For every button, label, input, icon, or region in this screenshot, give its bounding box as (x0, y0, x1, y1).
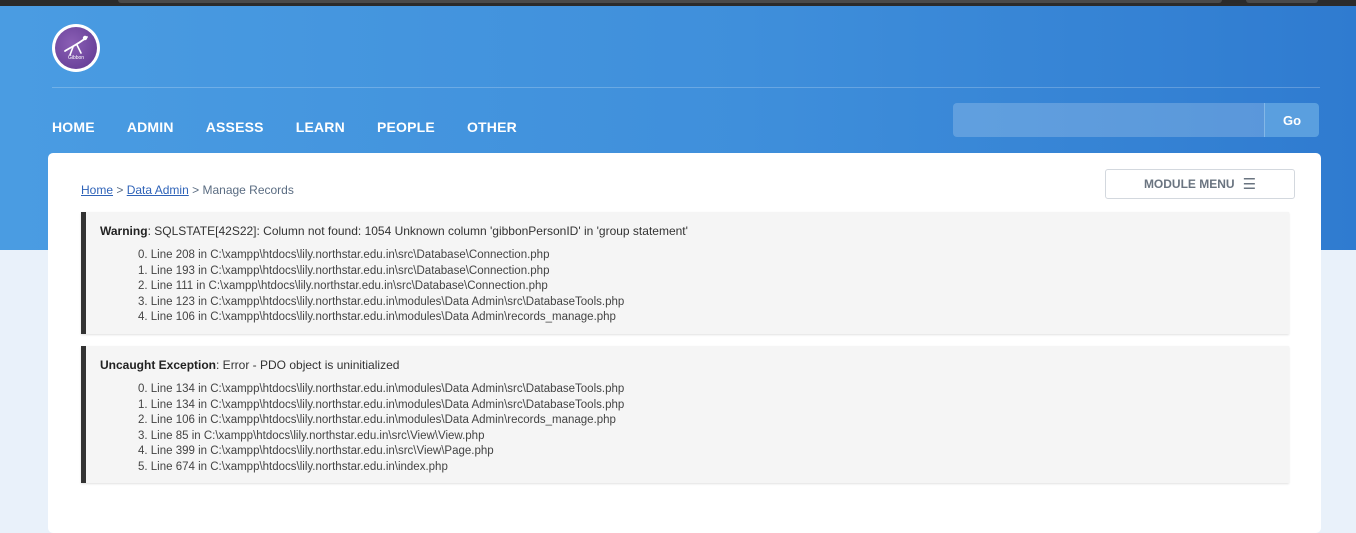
nav-item-assess[interactable]: ASSESS (206, 119, 264, 135)
warning-message: : SQLSTATE[42S22]: Column not found: 105… (147, 224, 688, 238)
breadcrumb-separator: > (116, 183, 124, 197)
main-nav: HOME ADMIN ASSESS LEARN PEOPLE OTHER (52, 112, 549, 142)
module-menu-button[interactable]: MODULE MENU ☰ (1105, 169, 1295, 199)
main-content: Home > Data Admin > Manage Records MODUL… (48, 153, 1321, 533)
warning-title: Warning: SQLSTATE[42S22]: Column not fou… (100, 224, 1275, 238)
nav-item-other[interactable]: OTHER (467, 119, 517, 135)
gibbon-logo[interactable]: Gibbon (52, 24, 100, 72)
trace-line: 2. Line 111 in C:\xampp\htdocs\lily.nort… (138, 280, 548, 292)
address-bar-edge (118, 0, 1222, 3)
nav-item-people[interactable]: PEOPLE (377, 119, 435, 135)
trace-line: 1. Line 193 in C:\xampp\htdocs\lily.nort… (138, 264, 550, 277)
hamburger-icon: ☰ (1242, 176, 1257, 193)
trace-line: 0. Line 208 in C:\xampp\htdocs\lily.nort… (138, 249, 550, 261)
exception-label: Uncaught Exception (100, 358, 217, 372)
trace-line: 2. Line 106 in C:\xampp\htdocs\lily.nort… (138, 414, 616, 426)
header-divider (52, 87, 1320, 88)
warning-box: Warning: SQLSTATE[42S22]: Column not fou… (81, 212, 1289, 334)
logo-text: Gibbon (67, 55, 85, 61)
go-button[interactable]: Go (1264, 103, 1319, 137)
toolbar-edge (1246, 0, 1318, 3)
trace-line: 3. Line 85 in C:\xampp\htdocs\lily.north… (138, 429, 485, 442)
trace-line: 3. Line 123 in C:\xampp\htdocs\lily.nort… (138, 295, 625, 308)
nav-item-home[interactable]: HOME (52, 119, 95, 135)
module-menu-label: MODULE MENU (1143, 177, 1235, 191)
logo-emblem-icon: Gibbon (55, 27, 97, 69)
breadcrumb-separator: > (192, 183, 200, 197)
breadcrumb-current: Manage Records (202, 183, 294, 197)
exception-title: Uncaught Exception: Error - PDO object i… (100, 358, 1275, 372)
nav-item-admin[interactable]: ADMIN (127, 119, 174, 135)
warning-label: Warning (100, 224, 148, 238)
exception-box: Uncaught Exception: Error - PDO object i… (81, 346, 1289, 483)
breadcrumb-data-admin-link[interactable]: Data Admin (127, 183, 189, 197)
exception-trace: 0. Line 134 in C:\xampp\htdocs\lily.nort… (100, 382, 1275, 475)
trace-line: 0. Line 134 in C:\xampp\htdocs\lily.nort… (138, 383, 625, 395)
trace-line: 5. Line 674 in C:\xampp\htdocs\lily.nort… (138, 460, 448, 473)
breadcrumb-home-link[interactable]: Home (81, 183, 113, 197)
trace-line: 1. Line 134 in C:\xampp\htdocs\lily.nort… (138, 398, 625, 411)
exception-message: : Error - PDO object is uninitialized (216, 358, 400, 372)
breadcrumb: Home > Data Admin > Manage Records (81, 183, 294, 197)
search-input[interactable] (953, 103, 1264, 137)
trace-line: 4. Line 399 in C:\xampp\htdocs\lily.nort… (138, 445, 494, 457)
nav-item-learn[interactable]: LEARN (296, 119, 345, 135)
trace-line: 4. Line 106 in C:\xampp\htdocs\lily.nort… (138, 311, 616, 323)
warning-trace: 0. Line 208 in C:\xampp\htdocs\lily.nort… (100, 248, 1275, 326)
